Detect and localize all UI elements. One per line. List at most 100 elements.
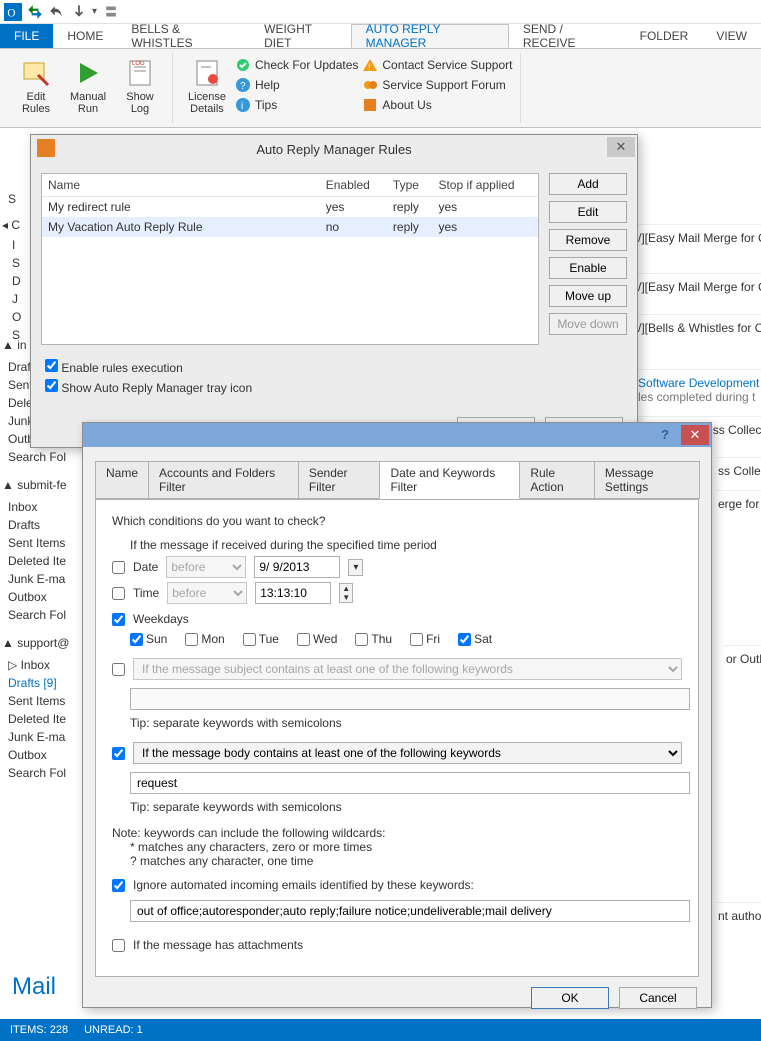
tab-bells-whistles[interactable]: BELLS & WHISTLES: [117, 24, 250, 48]
add-button[interactable]: Add: [549, 173, 627, 195]
table-row[interactable]: My redirect ruleyesreplyyes: [42, 197, 538, 218]
edit-button[interactable]: Edit: [549, 201, 627, 223]
ignore-automated-checkbox[interactable]: [112, 879, 125, 892]
move-down-button[interactable]: Move down: [549, 313, 627, 335]
nav-item[interactable]: Search Fol: [8, 764, 86, 782]
table-row[interactable]: My Vacation Auto Reply Rulenoreplyyes: [42, 217, 538, 237]
about-us-button[interactable]: About Us: [362, 97, 512, 113]
nav-item[interactable]: Outbox: [8, 746, 86, 764]
time-compare-select[interactable]: before: [167, 582, 247, 604]
tab-view[interactable]: VIEW: [702, 24, 761, 48]
nav-item[interactable]: Inbox: [8, 498, 86, 516]
date-compare-select[interactable]: before: [166, 556, 246, 578]
chevron-down-icon[interactable]: ▾: [348, 559, 363, 576]
list-item[interactable]: ss Collect: [716, 457, 761, 484]
contact-support-button[interactable]: !Contact Service Support: [362, 57, 512, 73]
subject-keywords-input[interactable]: [130, 688, 690, 710]
nav-item[interactable]: Drafts [9]: [8, 674, 86, 692]
nav-item[interactable]: Search Fol: [8, 448, 86, 466]
move-up-button[interactable]: Move up: [549, 285, 627, 307]
col-enabled[interactable]: Enabled: [320, 174, 387, 197]
help-icon[interactable]: ?: [653, 425, 677, 445]
body-keywords-input[interactable]: [130, 772, 690, 794]
body-condition-select[interactable]: If the message body contains at least on…: [133, 742, 682, 764]
touch-mode-icon[interactable]: [70, 3, 88, 21]
date-checkbox[interactable]: [112, 561, 125, 574]
nav-item[interactable]: Sent Items: [8, 534, 86, 552]
section-header-submit[interactable]: ▲ submit-fe: [2, 478, 86, 492]
col-name[interactable]: Name: [42, 174, 320, 197]
remove-button[interactable]: Remove: [549, 229, 627, 251]
rules-table: Name Enabled Type Stop if applied My red…: [41, 173, 539, 345]
tab-accounts-folders[interactable]: Accounts and Folders Filter: [148, 461, 299, 499]
support-forum-button[interactable]: Service Support Forum: [362, 77, 512, 93]
nav-item[interactable]: Junk E-ma: [8, 728, 86, 746]
qat-customize-icon[interactable]: ▾: [92, 6, 97, 17]
manual-run-button[interactable]: Manual Run: [64, 53, 112, 115]
day-sat[interactable]: Sat: [458, 632, 492, 646]
list-item[interactable]: /][Bells & Whistles for O: [636, 314, 761, 341]
list-item[interactable]: nt autho: [716, 902, 761, 929]
ok-button[interactable]: OK: [531, 987, 609, 1009]
tab-name[interactable]: Name: [95, 461, 149, 499]
nav-item[interactable]: Drafts: [8, 516, 86, 534]
nav-item[interactable]: Junk E-ma: [8, 570, 86, 588]
tab-home[interactable]: HOME: [53, 24, 117, 48]
day-tue[interactable]: Tue: [243, 632, 279, 646]
body-keywords-checkbox[interactable]: [112, 747, 125, 760]
tab-rule-action[interactable]: Rule Action: [519, 461, 595, 499]
nav-item[interactable]: Deleted Ite: [8, 710, 86, 728]
tips-button[interactable]: iTips: [235, 97, 358, 113]
tab-weight-diet[interactable]: WEIGHT DIET: [250, 24, 351, 48]
ignore-keywords-input[interactable]: [130, 900, 690, 922]
col-stop[interactable]: Stop if applied: [432, 174, 538, 197]
nav-item[interactable]: Sent Items: [8, 692, 86, 710]
enable-rules-checkbox[interactable]: Enable rules execution: [45, 359, 623, 375]
license-details-button[interactable]: License Details: [183, 53, 231, 115]
time-checkbox[interactable]: [112, 587, 125, 600]
enable-button[interactable]: Enable: [549, 257, 627, 279]
attachments-checkbox[interactable]: [112, 939, 125, 952]
spinner-icon[interactable]: ▲▼: [339, 583, 353, 603]
list-item[interactable]: or Outl: [724, 645, 761, 672]
undo-icon[interactable]: [48, 3, 66, 21]
day-wed[interactable]: Wed: [297, 632, 337, 646]
subject-keywords-checkbox[interactable]: [112, 663, 125, 676]
section-header-support[interactable]: ▲ support@: [2, 636, 86, 650]
tab-folder[interactable]: FOLDER: [626, 24, 703, 48]
col-type[interactable]: Type: [387, 174, 433, 197]
mail-category-label[interactable]: Mail: [12, 973, 56, 1001]
about-icon: [362, 97, 378, 113]
weekdays-checkbox[interactable]: [112, 613, 125, 626]
show-log-button[interactable]: LOG Show Log: [116, 53, 164, 115]
help-button[interactable]: ?Help: [235, 77, 358, 93]
send-receive-icon[interactable]: [26, 3, 44, 21]
tab-date-keywords[interactable]: Date and Keywords Filter: [379, 461, 520, 499]
nav-item[interactable]: Search Fol: [8, 606, 86, 624]
nav-item[interactable]: Deleted Ite: [8, 552, 86, 570]
tab-sender-filter[interactable]: Sender Filter: [298, 461, 381, 499]
day-fri[interactable]: Fri: [410, 632, 440, 646]
time-input[interactable]: [255, 582, 331, 604]
tab-file[interactable]: FILE: [0, 24, 53, 48]
close-button[interactable]: ✕: [681, 425, 709, 445]
list-item[interactable]: /][Easy Mail Merge for O: [636, 224, 761, 251]
tray-icon-checkbox[interactable]: Show Auto Reply Manager tray icon: [45, 379, 623, 395]
cancel-button[interactable]: Cancel: [619, 987, 697, 1009]
subject-condition-select[interactable]: If the message subject contains at least…: [133, 658, 682, 680]
tab-send-receive[interactable]: SEND / RECEIVE: [509, 24, 626, 48]
edit-rules-button[interactable]: Edit Rules: [12, 53, 60, 115]
list-item[interactable]: /][Easy Mail Merge for O: [636, 273, 761, 300]
day-sun[interactable]: Sun: [130, 632, 167, 646]
tab-auto-reply-manager[interactable]: AUTO REPLY MANAGER: [351, 24, 509, 48]
day-mon[interactable]: Mon: [185, 632, 224, 646]
tab-message-settings[interactable]: Message Settings: [594, 461, 700, 499]
close-button[interactable]: ✕: [607, 137, 635, 157]
nav-item[interactable]: ▷ Inbox: [8, 656, 86, 674]
day-thu[interactable]: Thu: [355, 632, 392, 646]
list-item[interactable]: erge for O: [716, 490, 761, 517]
check-updates-button[interactable]: Check For Updates: [235, 57, 358, 73]
nav-item[interactable]: Outbox: [8, 588, 86, 606]
date-input[interactable]: [254, 556, 340, 578]
list-item[interactable]: Software Developmentles completed during…: [636, 369, 761, 410]
